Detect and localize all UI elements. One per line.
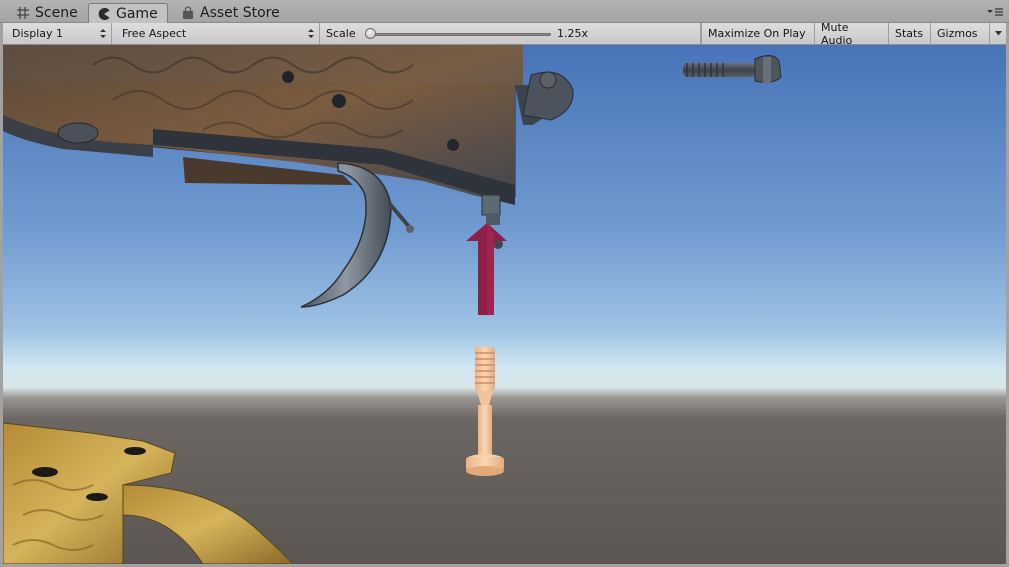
- stats-label: Stats: [895, 27, 924, 40]
- mute-audio-label: Mute Audio: [821, 20, 853, 47]
- aspect-dropdown-value: Free Aspect: [122, 27, 187, 40]
- scale-slider-track[interactable]: [371, 33, 551, 36]
- tab-asset-store-label: Asset Store: [200, 5, 280, 21]
- tab-scene[interactable]: Scene: [8, 3, 86, 23]
- gizmos-toggle[interactable]: Gizmos: [931, 23, 1006, 44]
- maximize-on-play-toggle[interactable]: Maximize On Play: [701, 23, 815, 44]
- grid-icon: [16, 6, 30, 20]
- up-down-arrows-icon: [100, 28, 106, 39]
- up-down-arrows-icon: [308, 28, 314, 39]
- maximize-on-play-label: Maximize On Play: [708, 27, 806, 40]
- game-view-toolbar: Display 1 Free Aspect Scale 1.25x Maximi…: [3, 20, 1006, 47]
- tab-game[interactable]: Game: [88, 3, 168, 24]
- tab-asset-store[interactable]: Asset Store: [173, 3, 288, 23]
- aspect-dropdown[interactable]: Free Aspect: [116, 23, 320, 44]
- socket-pin: [481, 194, 501, 216]
- scale-label: Scale: [326, 27, 356, 40]
- tab-game-label: Game: [116, 6, 158, 22]
- display-dropdown-value: Display 1: [12, 27, 64, 40]
- stats-toggle[interactable]: Stats: [889, 23, 931, 44]
- scale-value: 1.25x: [557, 27, 589, 40]
- gizmos-dropdown-arrow-icon[interactable]: [989, 23, 1006, 44]
- bag-icon: [181, 6, 195, 20]
- game-viewport[interactable]: [3, 45, 1006, 564]
- tab-options-menu-icon[interactable]: [987, 6, 1003, 18]
- pacman-icon: [97, 7, 111, 21]
- scale-slider-thumb[interactable]: [365, 28, 376, 39]
- mute-audio-toggle[interactable]: Mute Audio: [815, 20, 889, 47]
- gizmos-label: Gizmos: [937, 27, 978, 40]
- display-dropdown[interactable]: Display 1: [6, 23, 112, 44]
- tab-scene-label: Scene: [35, 5, 78, 21]
